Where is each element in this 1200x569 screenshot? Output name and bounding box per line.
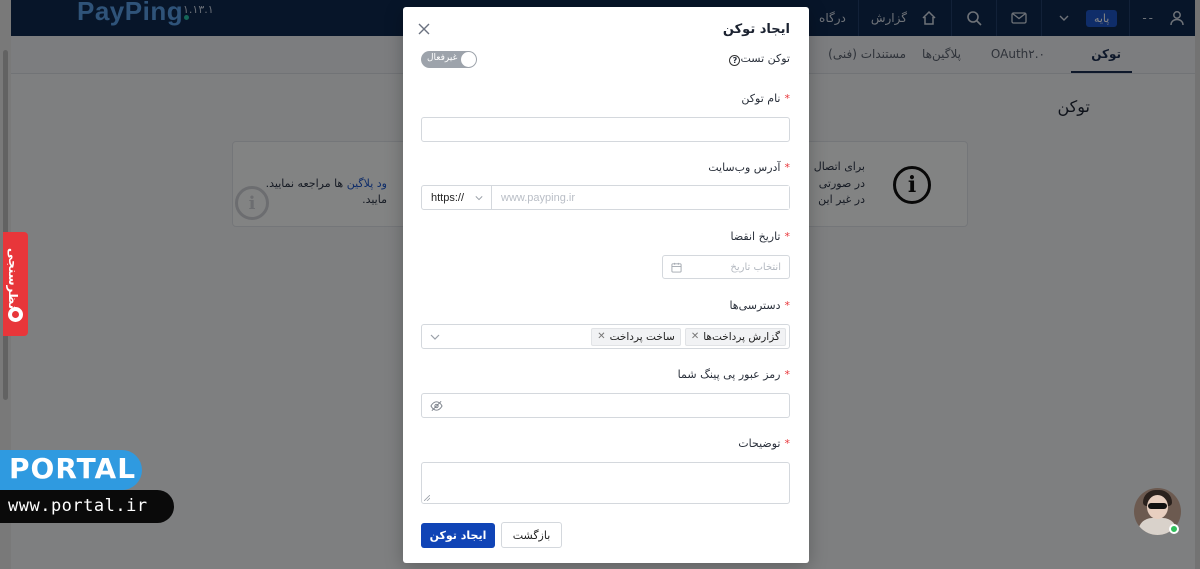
- create-token-modal: ایجاد توکن توکن تست? غیرفعال *نام توکن *…: [403, 7, 809, 563]
- eye-off-icon[interactable]: [430, 400, 443, 412]
- website-label: *آدرس وب‌سایت: [708, 161, 790, 174]
- create-token-button[interactable]: ایجاد توکن: [421, 523, 495, 548]
- toggle-knob: [461, 52, 476, 67]
- protocol-select[interactable]: https://: [422, 186, 492, 209]
- protocol-value: https://: [431, 191, 465, 204]
- chevron-down-icon: [430, 334, 440, 340]
- description-field[interactable]: [421, 462, 790, 504]
- description-label: *توضیحات: [738, 437, 790, 450]
- permission-tag: ساخت پرداخت ✕: [591, 327, 681, 346]
- tag-label: گزارش پرداخت‌ها: [703, 330, 780, 343]
- token-name-label: *نام توکن: [741, 92, 790, 105]
- password-label: *رمز عبور پی پینگ شما: [677, 368, 790, 381]
- help-icon[interactable]: ?: [729, 55, 741, 66]
- description-input[interactable]: [422, 463, 789, 503]
- permissions-select[interactable]: گزارش پرداخت‌ها ✕ ساخت پرداخت ✕: [421, 324, 790, 349]
- toggle-state-label: غیرفعال: [427, 53, 458, 63]
- back-button[interactable]: بازگشت: [501, 522, 562, 548]
- resize-handle-icon[interactable]: [424, 495, 430, 501]
- test-token-toggle[interactable]: غیرفعال: [421, 51, 477, 68]
- test-token-label: توکن تست?: [723, 52, 790, 66]
- survey-tab[interactable]: نظرسنجی: [3, 232, 28, 336]
- close-icon[interactable]: [417, 21, 431, 35]
- expire-date-picker[interactable]: انتخاب تاریخ: [662, 255, 790, 279]
- remove-tag-icon[interactable]: ✕: [597, 331, 605, 342]
- permissions-label: *دسترسی‌ها: [729, 299, 790, 312]
- token-name-field[interactable]: [421, 117, 790, 142]
- password-field[interactable]: [421, 393, 790, 418]
- survey-icon: [8, 307, 23, 322]
- online-status-dot: [1169, 524, 1179, 534]
- remove-tag-icon[interactable]: ✕: [691, 331, 699, 342]
- website-input[interactable]: [492, 186, 789, 209]
- watermark-text: PORTAL: [9, 452, 137, 485]
- website-field: https://: [421, 185, 790, 210]
- expire-date-label: *تاریخ انقضا: [730, 230, 790, 243]
- date-placeholder: انتخاب تاریخ: [730, 261, 781, 273]
- calendar-icon: [671, 262, 682, 273]
- chevron-down-icon: [475, 195, 483, 200]
- tag-label: ساخت پرداخت: [609, 330, 675, 343]
- watermark-url: www.portal.ir: [0, 490, 174, 523]
- token-name-input[interactable]: [422, 118, 789, 141]
- survey-label: نظرسنجی: [6, 248, 20, 310]
- permission-tag: گزارش پرداخت‌ها ✕: [684, 327, 786, 346]
- modal-title: ایجاد توکن: [722, 22, 790, 37]
